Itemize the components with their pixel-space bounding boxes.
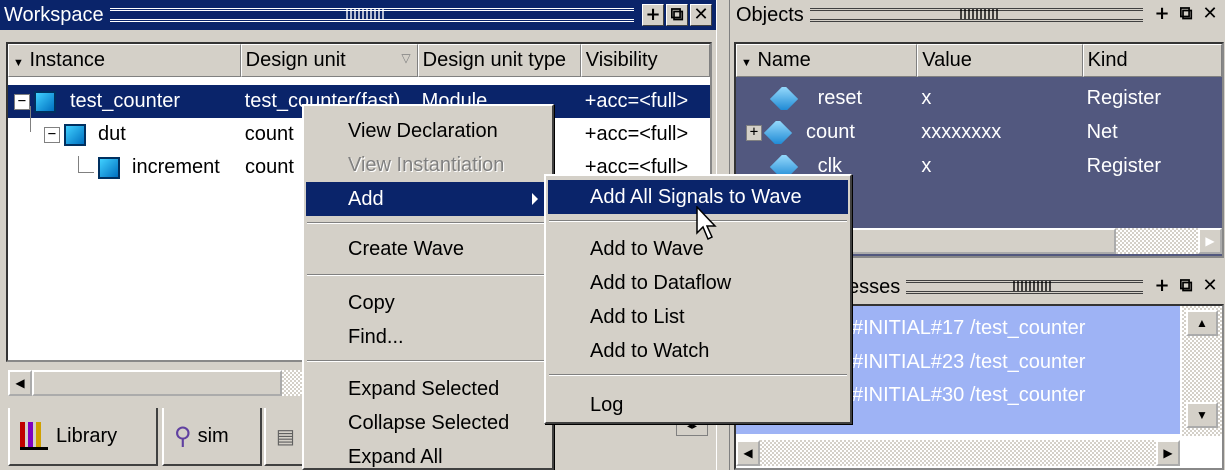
menu-item-copy[interactable]: Copy — [306, 286, 550, 320]
objects-header: ▼ Name Value Kind — [736, 44, 1222, 77]
menu-separator — [307, 360, 549, 362]
dock-button[interactable]: + — [1151, 4, 1173, 26]
module-icon — [64, 123, 86, 146]
menu-item-view-instantiation: View Instantiation — [348, 154, 505, 176]
tab-sim[interactable]: ⚲ sim — [162, 408, 262, 466]
collapse-icon[interactable]: − — [14, 93, 30, 110]
module-icon — [98, 156, 120, 179]
module-icon — [34, 90, 56, 113]
object-row[interactable]: reset x Register — [736, 82, 1222, 115]
undock-button[interactable]: ⧉ — [666, 4, 688, 26]
scroll-right-button[interactable]: ▶ — [1156, 440, 1180, 466]
menu-separator — [307, 222, 549, 224]
processes-title: esses — [848, 275, 901, 298]
tree-connector — [78, 156, 94, 173]
filter-icon: ▼ — [13, 57, 24, 69]
column-header-design-unit[interactable]: Design unit ▽ — [240, 44, 418, 77]
workspace-header: ▼ Instance Design unit ▽ Design unit typ… — [8, 44, 710, 77]
sim-icon: ⚲ — [174, 422, 192, 450]
workspace-title: Workspace — [4, 3, 104, 26]
visibility: +acc=<full> — [584, 90, 689, 112]
objects-title: Objects — [736, 3, 804, 26]
object-row[interactable]: + count xxxxxxxx Net — [736, 116, 1222, 149]
object-value: xxxxxxxx — [921, 121, 1002, 143]
tree-line — [30, 106, 31, 132]
scroll-thumb[interactable] — [32, 370, 282, 396]
scroll-up-button[interactable]: ▲ — [1186, 310, 1218, 336]
column-header-visibility[interactable]: Visibility — [580, 44, 710, 77]
object-kind: Net — [1086, 121, 1118, 143]
menu-item-add-to-list[interactable]: Add to List — [548, 300, 848, 334]
instance-name: dut — [98, 123, 126, 145]
scroll-down-button[interactable]: ▼ — [1186, 402, 1218, 428]
menu-item-expand-all[interactable]: Expand All — [306, 440, 550, 470]
dock-button[interactable]: + — [642, 4, 664, 26]
object-kind: Register — [1086, 155, 1162, 177]
expand-icon[interactable]: + — [746, 124, 762, 141]
column-header-value[interactable]: Value — [917, 44, 1083, 77]
objects-titlebar[interactable]: Objects + ⧉ ✕ — [732, 0, 1225, 30]
menu-item-log[interactable]: Log — [548, 388, 848, 422]
context-menu: View Declaration View Instantiation Add … — [302, 104, 554, 470]
collapse-icon[interactable]: − — [44, 126, 60, 143]
submenu-arrow-icon — [532, 193, 538, 205]
visibility: +acc=<full> — [584, 123, 689, 145]
file-icon: ▤ — [276, 425, 295, 448]
menu-item-collapse-selected[interactable]: Collapse Selected — [306, 406, 550, 440]
filter-icon: ▼ — [741, 57, 752, 69]
processes-vscrollbar[interactable]: ▲ ▼ — [1182, 306, 1222, 436]
signal-icon — [769, 87, 799, 110]
close-button[interactable]: ✕ — [1199, 4, 1221, 26]
close-button[interactable]: ✕ — [690, 4, 712, 26]
library-icon — [20, 422, 48, 450]
menu-item-add[interactable]: Add — [306, 182, 550, 216]
drag-grip[interactable] — [109, 8, 634, 22]
undock-button[interactable]: ⧉ — [1175, 4, 1197, 26]
tab-library[interactable]: Library — [8, 408, 158, 466]
column-header-kind[interactable]: Kind — [1082, 44, 1222, 77]
processes-hscrollbar[interactable]: ◀ ▶ — [736, 440, 1180, 466]
instance-name: increment — [132, 156, 220, 178]
menu-item-add-to-watch[interactable]: Add to Watch — [548, 334, 848, 368]
instance-name: test_counter — [70, 90, 181, 112]
menu-item-find[interactable]: Find... — [306, 320, 550, 354]
object-value: x — [921, 87, 932, 109]
workspace-titlebar[interactable]: Workspace + ⧉ ✕ — [0, 0, 716, 30]
close-button[interactable]: ✕ — [1199, 276, 1221, 298]
menu-item-expand-selected[interactable]: Expand Selected — [306, 372, 550, 406]
undock-button[interactable]: ⧉ — [1175, 276, 1197, 298]
column-header-design-unit-type[interactable]: Design unit type — [417, 44, 581, 77]
sort-icon: ▽ — [401, 51, 411, 65]
scroll-right-button[interactable]: ▶ — [1198, 228, 1222, 254]
menu-separator — [549, 374, 847, 376]
drag-grip[interactable] — [906, 280, 1143, 294]
menu-separator — [307, 274, 549, 276]
object-kind: Register — [1086, 87, 1162, 109]
menu-item-view-declaration[interactable]: View Declaration — [306, 114, 550, 148]
object-value: x — [921, 155, 932, 177]
column-header-instance[interactable]: ▼ Instance — [8, 44, 241, 77]
column-header-name[interactable]: ▼ Name — [736, 44, 918, 77]
scroll-left-button[interactable]: ◀ — [736, 440, 760, 466]
mouse-pointer-icon — [696, 206, 717, 241]
scroll-left-button[interactable]: ◀ — [8, 370, 32, 396]
menu-item-add-to-dataflow[interactable]: Add to Dataflow — [548, 266, 848, 300]
drag-grip[interactable] — [809, 8, 1143, 22]
menu-item-create-wave[interactable]: Create Wave — [306, 232, 550, 266]
signal-icon — [763, 121, 793, 144]
dock-button[interactable]: + — [1151, 276, 1173, 298]
